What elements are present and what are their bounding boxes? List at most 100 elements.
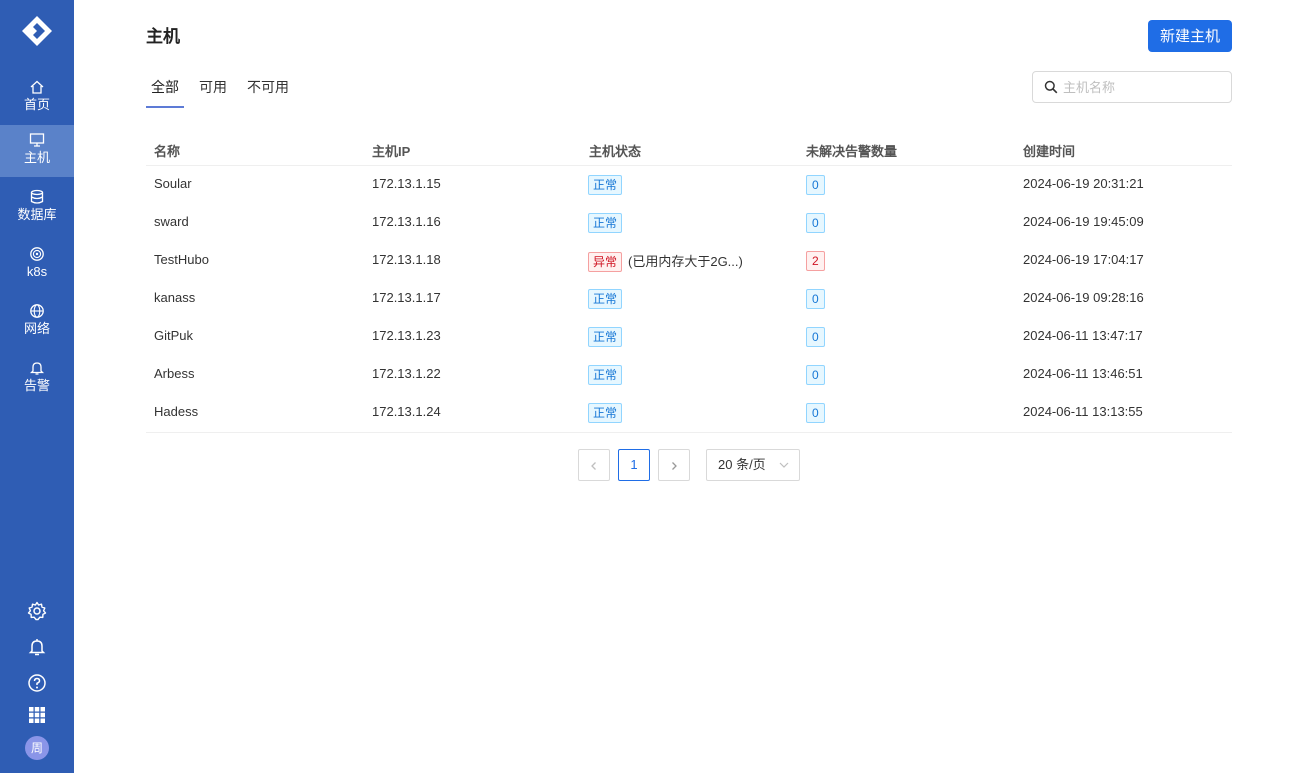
- alert-count-badge: 0: [806, 175, 825, 195]
- new-host-button[interactable]: 新建主机: [1148, 20, 1232, 52]
- sidebar-item-alerts[interactable]: 告警: [0, 353, 74, 405]
- search-input[interactable]: [1061, 76, 1226, 98]
- sidebar: 首页 主机 数据库 k8s 网络 告警 周: [0, 0, 74, 773]
- host-ip: 172.13.1.17: [372, 290, 441, 305]
- column-header-ip: 主机IP: [372, 144, 411, 159]
- alert-count-badge: 0: [806, 403, 825, 423]
- page-size-label: 20 条/页: [718, 457, 766, 472]
- sidebar-item-label: 数据库: [17, 207, 57, 222]
- host-ip: 172.13.1.22: [372, 366, 441, 381]
- table-row[interactable]: Arbess 172.13.1.22 正常 0 2024-06-11 13:46…: [146, 356, 1232, 394]
- sidebar-item-label: 网络: [23, 321, 50, 336]
- created-time: 2024-06-11 13:13:55: [1023, 404, 1143, 419]
- alerts-cell: 0: [806, 327, 825, 347]
- tab-unavailable[interactable]: 不可用: [247, 78, 289, 108]
- status-cell: 正常: [588, 403, 623, 423]
- apps-grid-icon[interactable]: [27, 705, 47, 725]
- page-number-button[interactable]: 1: [618, 449, 650, 481]
- table-row[interactable]: TestHubo 172.13.1.18 异常 (已用内存大于2G...) 2 2…: [146, 242, 1232, 280]
- database-icon: [30, 189, 44, 204]
- host-name[interactable]: Arbess: [154, 366, 194, 381]
- page-size-select[interactable]: 20 条/页: [706, 449, 800, 481]
- sidebar-item-label: k8s: [26, 264, 48, 279]
- next-page-button[interactable]: [658, 449, 690, 481]
- created-time: 2024-06-11 13:47:17: [1023, 328, 1143, 343]
- home-icon: [30, 80, 44, 94]
- status-cell: 正常: [588, 365, 623, 385]
- created-time: 2024-06-19 20:31:21: [1023, 176, 1144, 191]
- host-name[interactable]: TestHubo: [154, 252, 209, 267]
- alerts-cell: 0: [806, 213, 825, 233]
- host-name[interactable]: Hadess: [154, 404, 198, 419]
- column-header-name: 名称: [154, 144, 181, 159]
- alert-count-badge: 0: [806, 327, 825, 347]
- avatar[interactable]: 周: [25, 736, 49, 760]
- status-cell: 正常: [588, 213, 623, 233]
- hosts-table: 名称 主机IP 主机状态 未解决告警数量 创建时间 Soular 172.13.…: [146, 134, 1232, 433]
- created-time: 2024-06-19 17:04:17: [1023, 252, 1144, 267]
- alerts-cell: 0: [806, 403, 825, 423]
- sidebar-item-hosts[interactable]: 主机: [0, 125, 74, 177]
- status-badge: 正常: [588, 213, 623, 233]
- app-logo-icon[interactable]: [21, 15, 53, 47]
- host-name[interactable]: GitPuk: [154, 328, 193, 343]
- host-name[interactable]: sward: [154, 214, 189, 229]
- host-name[interactable]: kanass: [154, 290, 195, 305]
- sidebar-item-k8s[interactable]: k8s: [0, 239, 74, 291]
- created-time: 2024-06-19 19:45:09: [1023, 214, 1144, 229]
- host-ip: 172.13.1.24: [372, 404, 441, 419]
- chevron-right-icon: [672, 461, 677, 470]
- globe-icon: [30, 304, 44, 318]
- status-badge: 异常: [588, 252, 623, 272]
- tab-all[interactable]: 全部: [146, 78, 184, 108]
- tab-available[interactable]: 可用: [199, 78, 227, 108]
- table-row[interactable]: GitPuk 172.13.1.23 正常 0 2024-06-11 13:47…: [146, 318, 1232, 356]
- k8s-icon: [30, 247, 44, 261]
- status-note: (已用内存大于2G...): [628, 254, 743, 269]
- sidebar-item-label: 首页: [23, 97, 50, 112]
- created-time: 2024-06-19 09:28:16: [1023, 290, 1144, 305]
- sidebar-item-label: 告警: [23, 378, 50, 393]
- status-cell: 正常: [588, 289, 623, 309]
- sidebar-item-network[interactable]: 网络: [0, 296, 74, 348]
- status-badge: 正常: [588, 175, 623, 195]
- alert-count-badge: 0: [806, 213, 825, 233]
- table-row[interactable]: Soular 172.13.1.15 正常 0 2024-06-19 20:31…: [146, 166, 1232, 204]
- table-row[interactable]: kanass 172.13.1.17 正常 0 2024-06-19 09:28…: [146, 280, 1232, 318]
- table-row[interactable]: Hadess 172.13.1.24 正常 0 2024-06-11 13:13…: [146, 394, 1232, 432]
- chevron-left-icon: [591, 461, 596, 470]
- status-badge: 正常: [588, 289, 623, 309]
- alert-count-badge: 0: [806, 289, 825, 309]
- gear-icon[interactable]: [27, 601, 47, 621]
- sidebar-item-label: 主机: [23, 150, 50, 165]
- status-badge: 正常: [588, 365, 623, 385]
- monitor-icon: [29, 133, 45, 147]
- table-header: 名称 主机IP 主机状态 未解决告警数量 创建时间: [146, 134, 1232, 166]
- status-cell: 正常: [588, 175, 623, 195]
- column-header-created: 创建时间: [1023, 144, 1076, 159]
- search-box: [1032, 71, 1232, 103]
- bell-icon[interactable]: [27, 637, 47, 657]
- column-header-status: 主机状态: [589, 144, 642, 159]
- help-icon[interactable]: [27, 673, 47, 693]
- status-cell: 正常: [588, 327, 623, 347]
- table-divider: [146, 432, 1232, 433]
- search-icon: [1044, 80, 1058, 94]
- alert-count-badge: 2: [806, 251, 825, 271]
- table-row[interactable]: sward 172.13.1.16 正常 0 2024-06-19 19:45:…: [146, 204, 1232, 242]
- alerts-cell: 0: [806, 289, 825, 309]
- alerts-cell: 0: [806, 175, 825, 195]
- sidebar-item-home[interactable]: 首页: [0, 72, 74, 124]
- alert-count-badge: 0: [806, 365, 825, 385]
- host-ip: 172.13.1.18: [372, 252, 441, 267]
- status-badge: 正常: [588, 327, 623, 347]
- prev-page-button[interactable]: [578, 449, 610, 481]
- status-cell: 异常 (已用内存大于2G...): [588, 251, 743, 272]
- alerts-cell: 2: [806, 251, 825, 271]
- page-title: 主机: [146, 27, 180, 46]
- host-name[interactable]: Soular: [154, 176, 192, 191]
- sidebar-item-database[interactable]: 数据库: [0, 182, 74, 234]
- created-time: 2024-06-11 13:46:51: [1023, 366, 1143, 381]
- alerts-cell: 0: [806, 365, 825, 385]
- host-ip: 172.13.1.23: [372, 328, 441, 343]
